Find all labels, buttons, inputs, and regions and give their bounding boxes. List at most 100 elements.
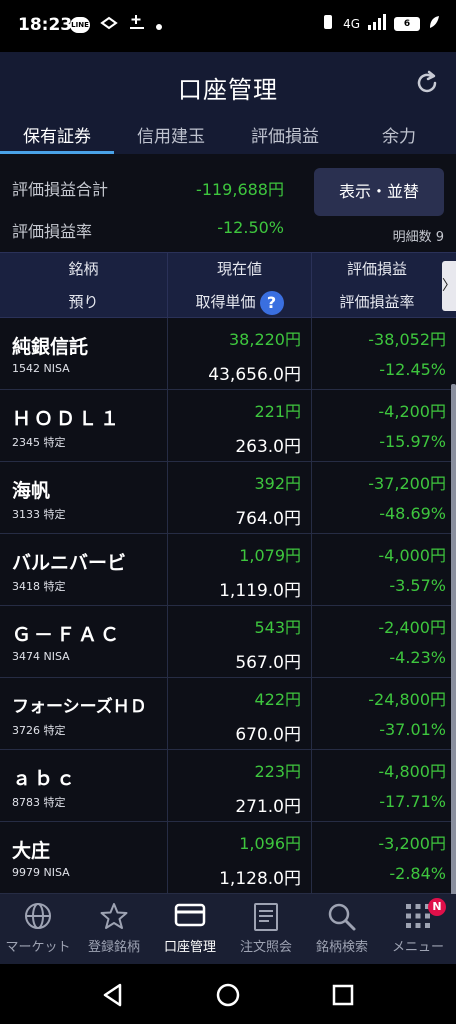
row-price-cell: 38,220円 43,656.0円 xyxy=(168,318,312,390)
unrealized-pl: -4,800円 xyxy=(378,762,446,781)
row-price-cell: 422円 670.0円 xyxy=(168,678,312,750)
stock-name: 大庄 xyxy=(12,840,51,862)
stock-code: 3474 NISA xyxy=(12,650,70,663)
nav-watchlist[interactable]: 登録銘柄 xyxy=(76,894,152,964)
table-row[interactable]: 大庄 9979 NISA 1,096円 1,128.0円 -3,200円 -2.84% xyxy=(0,822,456,894)
table-row[interactable]: Ｇ－ＦＡＣ 3474 NISA 543円 567.0円 -2,400円 -4.23% xyxy=(0,606,456,678)
table-row[interactable]: フォーシーズＨＤ 3726 特定 422円 670.0円 -24,800円 -37.0… xyxy=(0,678,456,750)
vibrate-icon xyxy=(321,15,335,32)
row-price-cell: 543円 567.0円 xyxy=(168,606,312,678)
nav-orders[interactable]: 注文照会 xyxy=(228,894,304,964)
unrealized-pl: -3,200円 xyxy=(378,834,446,853)
dot-icon xyxy=(156,15,162,35)
unrealized-pl: -24,800円 xyxy=(368,690,446,709)
row-price-cell: 1,096円 1,128.0円 xyxy=(168,822,312,894)
cost-price: 271.0円 xyxy=(235,797,301,817)
table-row[interactable]: 海帆 3133 特定 392円 764.0円 -37,200円 -48.69% xyxy=(0,462,456,534)
current-price: 392円 xyxy=(254,474,301,493)
battery-icon: 6 xyxy=(394,16,420,31)
page-title: 口座管理 xyxy=(178,76,278,104)
pl-rate-label: 評価損益率 xyxy=(12,222,93,241)
header-current-price: 現在値 xyxy=(216,260,262,278)
system-nav-bar xyxy=(0,964,456,1024)
search-icon xyxy=(328,903,356,931)
unrealized-pl-rate: -2.84% xyxy=(389,864,446,883)
unrealized-pl: -4,200円 xyxy=(378,402,446,421)
header-col-name: 銘柄 預り xyxy=(0,253,168,319)
tab-margin-positions[interactable]: 信用建玉 xyxy=(114,114,228,154)
stock-code: 9979 NISA xyxy=(12,866,70,879)
row-name-cell: 大庄 9979 NISA xyxy=(0,822,168,894)
pl-total-label: 評価損益合計 xyxy=(12,180,109,199)
recents-icon[interactable] xyxy=(330,982,356,1008)
row-price-cell: 221円 263.0円 xyxy=(168,390,312,462)
pl-rate-value: -12.50% xyxy=(217,218,284,237)
pl-summary: 評価損益合計 -119,688円 評価損益率 -12.50% 表示・並替 明細数… xyxy=(0,154,456,252)
row-price-cell: 392円 764.0円 xyxy=(168,462,312,534)
header-col-price: 現在値 取得単価? xyxy=(168,253,312,319)
row-pl-cell: -38,052円 -12.45% xyxy=(312,318,456,390)
app-header: 口座管理 xyxy=(0,52,456,114)
back-icon[interactable] xyxy=(100,982,126,1008)
header-cost-price: 取得単価 xyxy=(195,293,256,311)
nav-search[interactable]: 銘柄検索 xyxy=(304,894,380,964)
refresh-icon[interactable] xyxy=(414,70,440,96)
stock-code: 8783 特定 xyxy=(12,796,66,809)
sparkle-icon xyxy=(128,14,146,35)
nav-market[interactable]: マーケット xyxy=(0,894,76,964)
network-type: 4G xyxy=(343,16,360,31)
current-price: 1,079円 xyxy=(239,546,301,565)
nav-label: メニュー xyxy=(391,940,444,955)
row-pl-cell: -3,200円 -2.84% xyxy=(312,822,456,894)
row-price-cell: 1,079円 1,119.0円 xyxy=(168,534,312,606)
tab-buying-power[interactable]: 余力 xyxy=(342,114,456,154)
home-icon[interactable] xyxy=(215,982,241,1008)
status-time: 18:23 xyxy=(18,15,73,35)
detail-count: 明細数 9 xyxy=(392,230,444,245)
table-row[interactable]: バルニバービ 3418 特定 1,079円 1,119.0円 -4,000円 -3.5… xyxy=(0,534,456,606)
tab-holdings[interactable]: 保有証券 xyxy=(0,114,114,154)
cost-price: 567.0円 xyxy=(235,653,301,673)
nav-menu[interactable]: N メニュー xyxy=(380,894,456,964)
unrealized-pl: -2,400円 xyxy=(378,618,446,637)
nav-account[interactable]: 口座管理 xyxy=(152,894,228,964)
cost-price: 764.0円 xyxy=(235,509,301,529)
unrealized-pl: -38,052円 xyxy=(368,330,446,349)
row-name-cell: ＨＯＤＬ１ 2345 特定 xyxy=(0,390,168,462)
tab-unrealized-pl[interactable]: 評価損益 xyxy=(228,114,342,154)
cost-price: 263.0円 xyxy=(235,437,301,457)
unrealized-pl-rate: -4.23% xyxy=(389,648,446,667)
stock-name: Ｇ－ＦＡＣ xyxy=(12,624,123,646)
unrealized-pl-rate: -3.57% xyxy=(389,576,446,595)
stock-name: フォーシーズＨＤ xyxy=(12,697,147,717)
nav-label: マーケット xyxy=(5,940,71,955)
header-custody: 預り xyxy=(68,293,99,311)
display-sort-button[interactable]: 表示・並替 xyxy=(314,168,444,216)
stock-code: 2345 特定 xyxy=(12,436,66,449)
row-name-cell: 海帆 3133 特定 xyxy=(0,462,168,534)
unrealized-pl-rate: -48.69% xyxy=(379,504,446,523)
vertical-scrollbar[interactable] xyxy=(451,384,456,894)
star-icon xyxy=(100,903,128,929)
scroll-right-button[interactable]: 〉 xyxy=(442,261,456,311)
holdings-table-header: 銘柄 預り 現在値 取得単価? 評価損益 評価損益率 〉 xyxy=(0,252,456,319)
cost-price: 670.0円 xyxy=(235,725,301,745)
bottom-nav: マーケット 登録銘柄 口座管理 注文照会 銘柄検索 N メニュー xyxy=(0,894,456,964)
table-row[interactable]: ＨＯＤＬ１ 2345 特定 221円 263.0円 -4,200円 -15.97% xyxy=(0,390,456,462)
table-row[interactable]: ａｂｃ 8783 特定 223円 271.0円 -4,800円 -17.71% xyxy=(0,750,456,822)
sync-icon xyxy=(100,15,118,35)
help-icon[interactable]: ? xyxy=(259,290,284,315)
status-bar: 18:23 LINE 4G 6 xyxy=(0,0,456,52)
line-app-icon: LINE xyxy=(70,16,90,33)
globe-icon xyxy=(25,903,51,929)
stock-name: ＨＯＤＬ１ xyxy=(12,408,123,430)
stock-name: バルニバービ xyxy=(12,552,127,574)
cost-price: 1,128.0円 xyxy=(219,869,301,889)
signal-icon xyxy=(368,14,386,33)
table-row[interactable]: 純銀信託 1542 NISA 38,220円 43,656.0円 -38,052円 -… xyxy=(0,318,456,390)
row-pl-cell: -4,800円 -17.71% xyxy=(312,750,456,822)
stock-code: 3133 特定 xyxy=(12,508,66,521)
cost-price: 1,119.0円 xyxy=(219,581,301,601)
row-price-cell: 223円 271.0円 xyxy=(168,750,312,822)
nav-label: 口座管理 xyxy=(163,940,216,955)
